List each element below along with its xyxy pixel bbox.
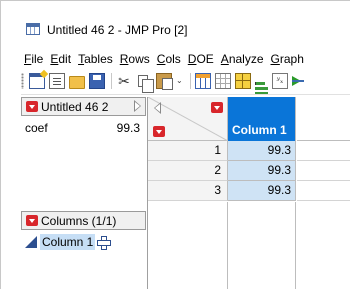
table-panel-header: Untitled 46 2 <box>21 97 146 116</box>
row-header-empty <box>148 202 228 289</box>
toolbar-divider <box>21 94 350 95</box>
menu-graph[interactable]: Graph <box>268 51 308 69</box>
columns-panel-title: Columns (1/1) <box>41 213 117 228</box>
window-title: Untitled 46 2 - JMP Pro [2] <box>47 23 188 37</box>
table-cell[interactable]: 99.3 <box>228 181 296 201</box>
jmp-data-table-window: Untitled 46 2 - JMP Pro [2] File Edit Ta… <box>0 0 350 289</box>
empty-cell <box>297 181 350 201</box>
new-script-icon[interactable] <box>49 73 65 89</box>
column-header-label: Column 1 <box>232 123 287 137</box>
row-number[interactable]: 3 <box>148 181 228 201</box>
table-variable-row[interactable]: coef 99.3 <box>21 121 146 137</box>
row-number[interactable]: 1 <box>148 141 228 161</box>
table-cell[interactable]: 99.3 <box>228 141 296 161</box>
table-variable-name: coef <box>25 121 48 135</box>
title-bar: Untitled 46 2 - JMP Pro [2] <box>1 1 350 45</box>
distribution-icon[interactable] <box>255 81 268 85</box>
toolbar: ✂ ⌄ ʸₓ <box>21 70 350 93</box>
table-cell[interactable]: 99.3 <box>228 161 296 181</box>
data-grid: Column 1 1 99.3 2 99.3 3 99.3 <box>148 97 350 289</box>
collapse-panel-icon[interactable] <box>134 100 141 112</box>
column-role-icon <box>97 236 112 250</box>
column-empty <box>228 202 296 289</box>
table-row: 1 99.3 <box>148 141 350 161</box>
columns-red-triangle-icon[interactable] <box>26 215 38 226</box>
menu-cols[interactable]: Cols <box>154 51 185 69</box>
table-row: 3 99.3 <box>148 181 350 201</box>
columns-panel-header: Columns (1/1) <box>21 211 146 230</box>
data-table-list-icon[interactable] <box>195 73 211 89</box>
save-icon[interactable] <box>89 73 105 89</box>
menu-analyze[interactable]: Analyze <box>218 51 268 69</box>
column-list-item-name[interactable]: Column 1 <box>40 234 96 250</box>
new-data-table-icon[interactable] <box>29 73 45 89</box>
fit-y-by-x-icon[interactable]: ʸₓ <box>272 73 288 89</box>
menu-doe[interactable]: DOE <box>185 51 218 69</box>
menu-tables[interactable]: Tables <box>75 51 117 69</box>
rows-red-triangle-icon[interactable] <box>153 126 165 137</box>
tile-icon[interactable] <box>235 73 251 89</box>
column-list-item[interactable]: Column 1 <box>25 234 112 250</box>
data-table-icon <box>26 23 40 35</box>
menu-bar: File Edit Tables Rows Cols DOE Analyze G… <box>21 51 308 69</box>
cut-icon[interactable]: ✂ <box>116 73 132 89</box>
fit-model-icon[interactable] <box>292 73 304 89</box>
paste-icon[interactable] <box>156 73 173 90</box>
continuous-icon <box>25 236 37 248</box>
empty-cell <box>297 141 350 161</box>
grid-corner <box>148 97 228 141</box>
menu-file[interactable]: File <box>21 51 47 69</box>
row-number[interactable]: 2 <box>148 161 228 181</box>
table-row: 2 99.3 <box>148 161 350 181</box>
toolbar-grip[interactable] <box>21 73 24 89</box>
empty-cell <box>297 161 350 181</box>
left-panel: Untitled 46 2 coef 99.3 Columns (1/1) <box>21 97 146 289</box>
toolbar-separator <box>111 73 112 89</box>
columns-red-triangle-icon[interactable] <box>211 102 223 113</box>
menu-edit[interactable]: Edit <box>47 51 75 69</box>
more-icon[interactable]: ⌄ <box>176 73 184 89</box>
corner-arrow-left-icon[interactable] <box>154 102 161 114</box>
empty-header <box>297 97 350 141</box>
open-icon[interactable] <box>69 75 85 89</box>
toolbar-separator <box>190 73 191 89</box>
table-red-triangle-icon[interactable] <box>26 101 38 112</box>
grid-icon[interactable] <box>215 73 231 89</box>
copy-icon[interactable] <box>138 75 154 93</box>
column-header[interactable]: Column 1 <box>228 97 296 141</box>
table-variable-value: 99.3 <box>116 121 140 135</box>
menu-rows[interactable]: Rows <box>117 51 154 69</box>
table-panel-title: Untitled 46 2 <box>41 99 109 114</box>
